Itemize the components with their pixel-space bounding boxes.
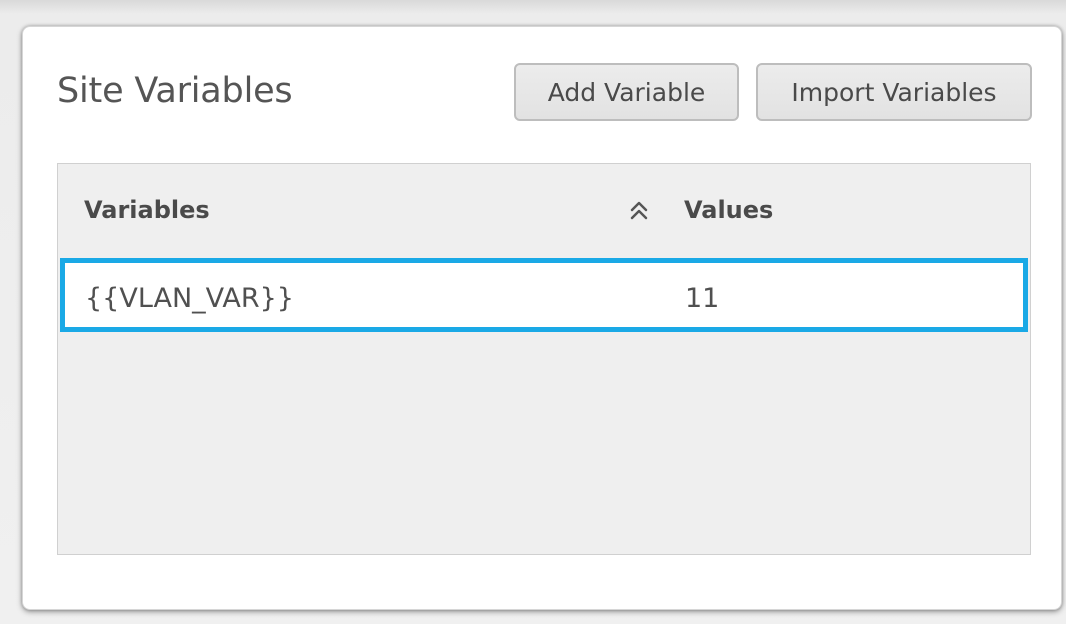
- column-header-variables[interactable]: Variables: [84, 196, 210, 224]
- variable-name-cell: {{VLAN_VAR}}: [85, 283, 294, 314]
- column-header-values[interactable]: Values: [684, 196, 773, 224]
- variables-table: Variables Values {{VLAN_VAR}} 11: [57, 163, 1031, 555]
- panel-title: Site Variables: [57, 71, 293, 111]
- import-variables-button[interactable]: Import Variables: [756, 63, 1032, 121]
- site-variables-panel: Site Variables Add Variable Import Varia…: [22, 26, 1062, 610]
- double-chevron-up-icon[interactable]: [626, 198, 652, 224]
- add-variable-button[interactable]: Add Variable: [514, 63, 739, 121]
- variable-value-cell: 11: [685, 283, 720, 314]
- table-row[interactable]: {{VLAN_VAR}} 11: [60, 258, 1028, 332]
